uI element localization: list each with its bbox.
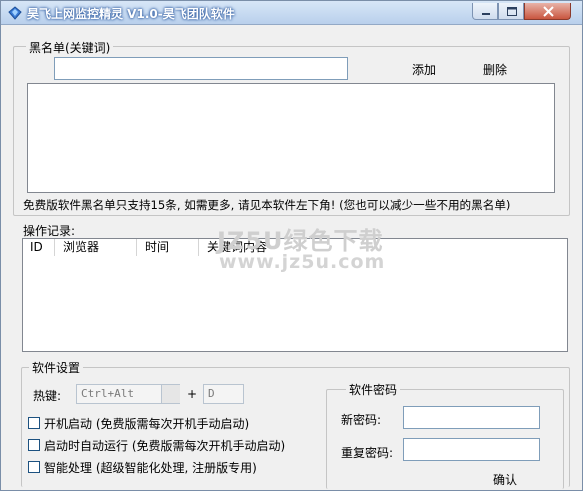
- new-password-input[interactable]: [403, 406, 540, 429]
- autorun-checkbox[interactable]: [28, 439, 40, 451]
- col-id[interactable]: ID: [23, 239, 55, 256]
- repeat-password-label: 重复密码:: [341, 446, 394, 460]
- autorun-label[interactable]: 启动时自动运行 (免费版需每次开机手动启动): [44, 437, 285, 454]
- add-button[interactable]: 添加: [412, 61, 436, 78]
- watermark-line2: www.jz5u.com: [219, 251, 386, 273]
- autostart-checkbox[interactable]: [28, 417, 40, 429]
- hotkey-key-value: D: [208, 387, 215, 400]
- new-password-label: 新密码:: [341, 413, 382, 427]
- blacklist-note: 免费版软件黑名单只支持15条, 如需更多, 请见本软件左下角! (您也可以减少一…: [23, 198, 511, 212]
- maximize-icon: [507, 7, 517, 16]
- blacklist-list[interactable]: [27, 83, 555, 193]
- hotkey-modifier-field[interactable]: Ctrl+Alt: [76, 384, 180, 404]
- window-title: 昊飞上网监控精灵 V1.0-昊飞团队软件: [27, 7, 235, 21]
- keyword-input[interactable]: [54, 57, 348, 80]
- hotkey-plus: +: [187, 387, 198, 401]
- blacklist-group-label: 黑名单(关键词): [26, 39, 114, 56]
- maximize-button[interactable]: [498, 3, 524, 20]
- new-password-field[interactable]: [404, 407, 539, 428]
- close-button[interactable]: [524, 3, 571, 20]
- password-group-label: 软件密码: [346, 381, 401, 398]
- col-browser[interactable]: 浏览器: [56, 239, 137, 256]
- title-bar[interactable]: 昊飞上网监控精灵 V1.0-昊飞团队软件: [1, 1, 582, 25]
- app-icon: [8, 6, 22, 20]
- main-window: 昊飞上网监控精灵 V1.0-昊飞团队软件 黑名单(关键词) 添加 删除 免费版软…: [0, 0, 583, 491]
- settings-group-label: 软件设置: [29, 359, 84, 376]
- delete-button[interactable]: 删除: [483, 61, 507, 78]
- smart-process-checkbox[interactable]: [28, 461, 40, 473]
- hotkey-label: 热键:: [33, 389, 62, 403]
- hotkey-modifier-value: Ctrl+Alt: [81, 387, 134, 400]
- col-time[interactable]: 时间: [138, 239, 199, 256]
- autostart-label[interactable]: 开机启动 (免费版需每次开机手动启动): [44, 415, 249, 432]
- log-label: 操作记录:: [23, 224, 76, 238]
- repeat-password-input[interactable]: [403, 438, 540, 461]
- close-icon: [543, 6, 554, 17]
- confirm-button[interactable]: 确认: [493, 471, 517, 488]
- repeat-password-field[interactable]: [404, 439, 539, 460]
- hotkey-key-field[interactable]: D: [203, 384, 244, 404]
- minimize-button[interactable]: [472, 3, 498, 20]
- hotkey-modifier-dropdown[interactable]: [161, 385, 180, 403]
- smart-process-label[interactable]: 智能处理 (超级智能化处理, 注册版专用): [44, 459, 257, 476]
- keyword-field[interactable]: [55, 58, 347, 79]
- minimize-icon: [482, 13, 490, 15]
